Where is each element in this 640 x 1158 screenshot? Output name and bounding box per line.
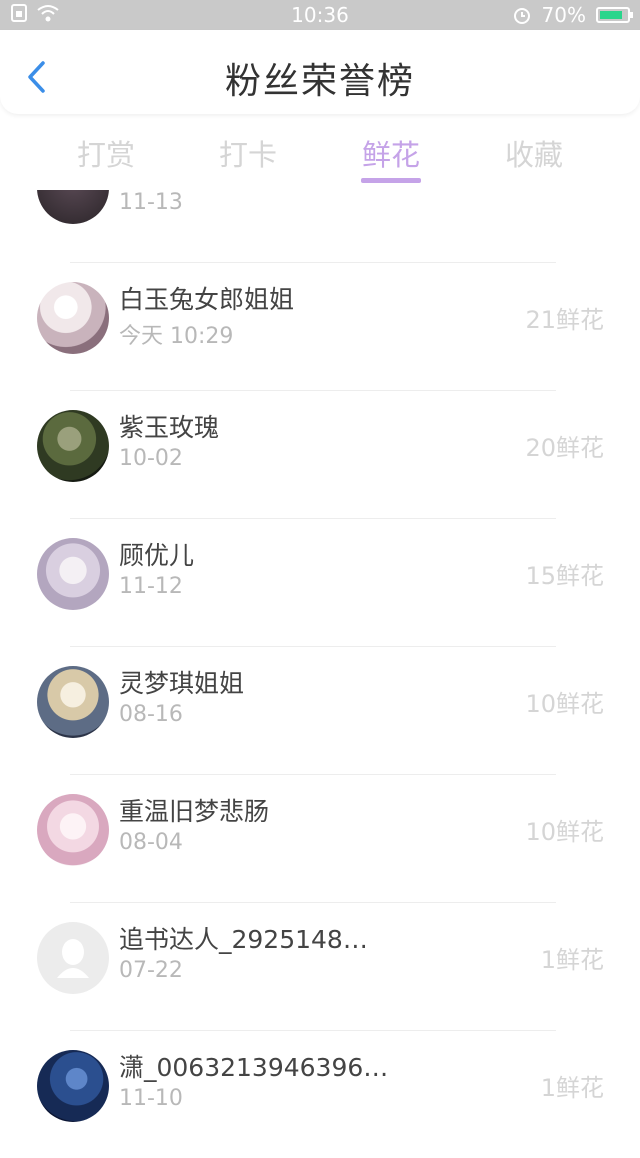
divider	[70, 262, 556, 263]
avatar	[37, 1050, 109, 1122]
list-item-name: 顾优儿	[119, 541, 195, 570]
list-item-date: 11-12	[119, 574, 183, 599]
status-right: 70%	[512, 3, 633, 27]
list-item-date: 10-02	[119, 446, 183, 471]
tab-flowers[interactable]: 鲜花	[331, 132, 451, 174]
list-item[interactable]: 灵梦琪姐姐 08-16 10鲜花	[0, 646, 640, 774]
header: 粉丝荣誉榜	[0, 30, 640, 114]
status-bar: 10:36 70%	[0, 0, 640, 30]
list-item-name: 紫玉玫瑰	[119, 413, 220, 442]
divider	[70, 1030, 556, 1031]
list-item[interactable]: 顾优儿 11-12 15鲜花	[0, 518, 640, 646]
list-item-date: 11-13	[119, 190, 183, 212]
avatar	[37, 538, 109, 610]
avatar	[37, 666, 109, 738]
list-item[interactable]: 重温旧梦悲肠 08-04 10鲜花	[0, 774, 640, 902]
divider	[70, 646, 556, 647]
tab-bar: 打赏 打卡 鲜花 收藏	[0, 118, 640, 190]
avatar	[37, 794, 109, 866]
tab-reward[interactable]: 打赏	[46, 132, 166, 174]
list-item-date: 08-04	[119, 830, 183, 855]
list-item-partial[interactable]: 11-13	[0, 190, 640, 246]
list-item-score: 20鲜花	[525, 434, 604, 462]
list-item-name: 追书达人_2925148…	[119, 925, 368, 954]
list-item[interactable]: 白玉兔女郎姐姐 今天 10:29 21鲜花	[0, 262, 640, 390]
list-item-name: 白玉兔女郎姐姐	[119, 285, 295, 314]
list-item-score: 1鲜花	[540, 1074, 604, 1102]
battery-percent: 70%	[541, 3, 586, 27]
divider	[70, 902, 556, 903]
tab-checkin[interactable]: 打卡	[188, 132, 308, 174]
list-item-score: 15鲜花	[525, 562, 604, 590]
list-item-score: 21鲜花	[525, 306, 604, 334]
alarm-icon	[513, 8, 530, 24]
divider	[70, 518, 556, 519]
list-item-date: 11-10	[119, 1086, 183, 1111]
tab-favorites[interactable]: 收藏	[474, 132, 594, 174]
list-item-score: 10鲜花	[525, 818, 604, 846]
list-item[interactable]: 紫玉玫瑰 10-02 20鲜花	[0, 390, 640, 518]
battery-icon	[596, 7, 633, 23]
default-avatar-icon	[57, 939, 89, 978]
list-item-date: 08-16	[119, 702, 183, 727]
list-item-name: 潇_0063213946396…	[119, 1053, 389, 1082]
list-item[interactable]: 追书达人_2925148… 07-22 1鲜花	[0, 902, 640, 1030]
list-item[interactable]: 潇_0063213946396… 11-10 1鲜花	[0, 1030, 640, 1158]
avatar	[37, 922, 109, 994]
avatar	[37, 190, 109, 224]
list-item-name: 灵梦琪姐姐	[119, 669, 245, 698]
divider	[70, 390, 556, 391]
list-item-name: 重温旧梦悲肠	[119, 797, 270, 826]
avatar	[37, 410, 109, 482]
avatar	[37, 282, 109, 354]
list-item-score: 1鲜花	[540, 946, 604, 974]
page-title: 粉丝荣誉榜	[224, 61, 415, 102]
divider	[70, 774, 556, 775]
list-item-date: 今天 10:29	[119, 324, 234, 349]
active-tab-indicator	[361, 178, 421, 183]
list-item-date: 07-22	[119, 958, 183, 983]
list-item-score: 10鲜花	[525, 690, 604, 718]
